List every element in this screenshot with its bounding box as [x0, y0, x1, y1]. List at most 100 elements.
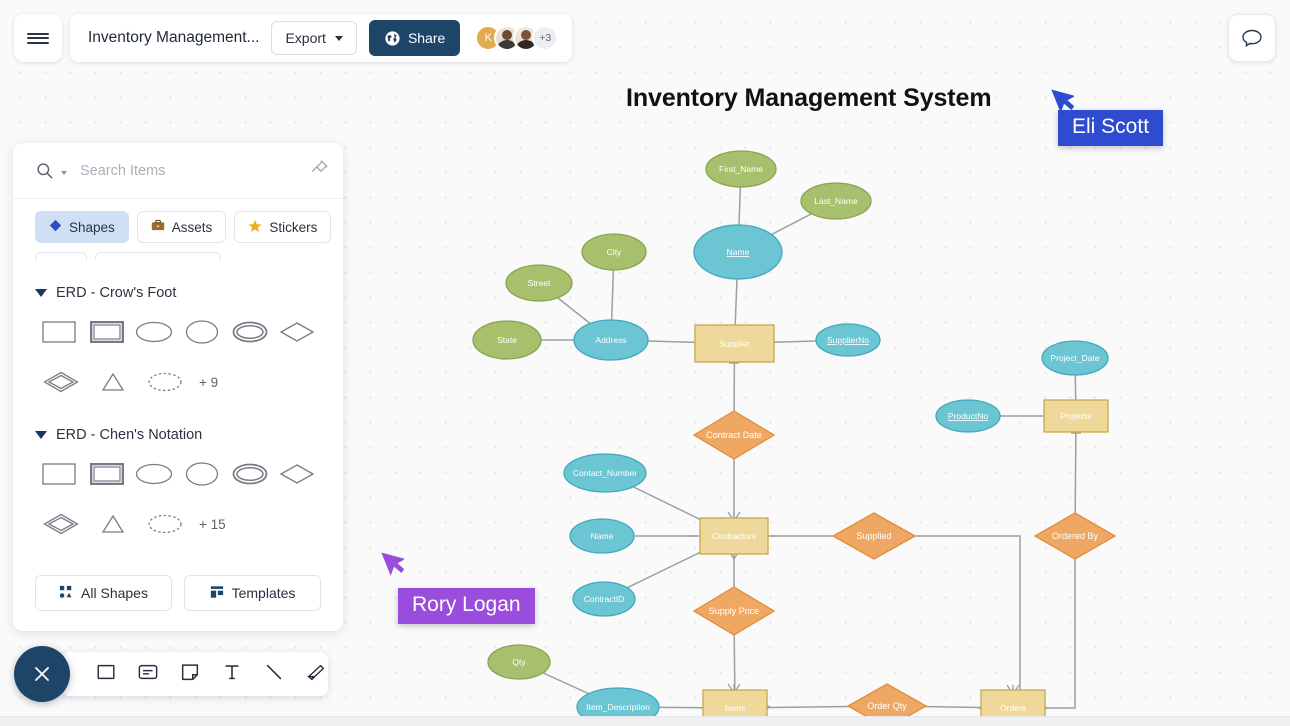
- collaborator-avatars[interactable]: K +3: [475, 25, 559, 51]
- erd-node-supplier[interactable]: Supplier: [694, 324, 775, 363]
- note-tool[interactable]: [178, 661, 202, 687]
- collaborator-cursor-arrow: [378, 551, 406, 586]
- erd-node-projects[interactable]: Projects: [1043, 399, 1109, 433]
- erd-node-supply_price[interactable]: Supply Price: [692, 586, 776, 636]
- pin-panel-button[interactable]: [310, 159, 329, 183]
- shape-row: + 9: [35, 365, 321, 399]
- shape-item-rectangle[interactable]: [35, 315, 83, 349]
- erd-node-name_supplier[interactable]: Name: [693, 224, 783, 280]
- tab-stickers[interactable]: Stickers: [234, 211, 332, 243]
- shape-item-ellipse-wide[interactable]: [130, 315, 178, 349]
- shape-item-triangle[interactable]: [87, 365, 139, 399]
- erd-edge[interactable]: [1045, 559, 1076, 709]
- shape-more-count[interactable]: + 15: [191, 517, 226, 532]
- erd-node-project_date[interactable]: Project_Date: [1041, 340, 1109, 376]
- templates-button[interactable]: Templates: [184, 575, 321, 611]
- erd-node-name_contractor[interactable]: Name: [569, 518, 635, 554]
- erd-node-contract_date[interactable]: Contract Date: [692, 410, 776, 460]
- shape-item-ellipse[interactable]: [178, 315, 226, 349]
- hamburger-menu-button[interactable]: [14, 14, 62, 62]
- erd-node-state[interactable]: State: [472, 320, 542, 360]
- shape-item-double-ellipse[interactable]: [226, 457, 274, 491]
- hamburger-icon: [27, 41, 49, 44]
- diagram-title-text[interactable]: Inventory Management System: [626, 84, 992, 113]
- erd-node-city[interactable]: City: [581, 233, 647, 271]
- erd-node-supplierno[interactable]: SupplierNo: [815, 323, 881, 357]
- pen-tool-icon: [305, 661, 327, 688]
- export-button[interactable]: Export: [271, 21, 357, 55]
- canvas-bottom-edge: [0, 716, 1290, 726]
- shape-row: + 15: [35, 507, 321, 541]
- search-filter-caret-icon[interactable]: [61, 171, 67, 175]
- export-label: Export: [285, 30, 326, 46]
- shape-group-header[interactable]: ERD - Chen's Notation: [35, 427, 321, 443]
- shape-item-dashed-ellipse[interactable]: [139, 365, 191, 399]
- close-toolbar-button[interactable]: [14, 646, 70, 702]
- tab-label: Assets: [171, 219, 213, 235]
- comment-button[interactable]: [1228, 14, 1276, 62]
- erd-node-first_name[interactable]: First_Name: [705, 150, 777, 188]
- shape-item-diamond[interactable]: [273, 457, 321, 491]
- erd-node-contact_number[interactable]: Contact_Number: [563, 453, 647, 493]
- shape-item-double-ellipse[interactable]: [226, 315, 274, 349]
- shape-tool[interactable]: [94, 661, 118, 687]
- shape-item-double-rectangle[interactable]: [83, 315, 131, 349]
- shape-group-header[interactable]: ERD - Crow's Foot: [35, 285, 321, 301]
- tab-label: Stickers: [269, 219, 318, 235]
- tab-label: Shapes: [69, 219, 115, 235]
- shape-item-rectangle[interactable]: [35, 457, 83, 491]
- panel-shape-groups[interactable]: ERD - Crow's Foot + 9 ERD - Chen's Notatio…: [13, 261, 343, 631]
- triangle-down-icon: [35, 431, 47, 439]
- panel-tabs: Shapes Assets Stickers: [13, 199, 343, 243]
- erd-node-label: Supplier: [719, 339, 750, 349]
- erd-node-ordered_by[interactable]: Ordered By: [1033, 512, 1117, 560]
- draw-tool[interactable]: [304, 661, 328, 687]
- shape-item-double-diamond[interactable]: [35, 507, 87, 541]
- text-tool[interactable]: [220, 661, 244, 687]
- shape-item-double-rectangle[interactable]: [83, 457, 131, 491]
- all-shapes-button[interactable]: All Shapes: [35, 575, 172, 611]
- app-root: First_Name Last_Name Name City Street State Ad…: [0, 0, 1290, 726]
- erd-edge[interactable]: [915, 535, 1021, 709]
- tab-assets[interactable]: Assets: [136, 211, 227, 243]
- pin-icon: [311, 159, 328, 172]
- shape-item-ellipse[interactable]: [178, 457, 226, 491]
- container-tool[interactable]: [136, 661, 160, 687]
- share-button[interactable]: Share: [368, 20, 461, 56]
- footer-button-label: Templates: [231, 585, 296, 601]
- erd-node-label: Address: [595, 335, 626, 345]
- shape-item-dashed-ellipse[interactable]: [139, 507, 191, 541]
- erd-node-address[interactable]: Address: [573, 319, 649, 361]
- erd-node-supplied[interactable]: Supplied: [831, 512, 917, 560]
- erd-node-qty[interactable]: Qty: [487, 644, 551, 680]
- erd-node-last_name[interactable]: Last_Name: [800, 182, 872, 220]
- erd-nodes: First_Name Last_Name Name City Street State Ad…: [472, 150, 1117, 726]
- erd-node-label: Projects: [1061, 411, 1092, 421]
- shape-item-triangle[interactable]: [87, 507, 139, 541]
- avatar-label: +3: [539, 32, 552, 44]
- shape-item-diamond[interactable]: [273, 315, 321, 349]
- share-label: Share: [407, 30, 446, 46]
- line-tool[interactable]: [262, 661, 286, 687]
- document-title[interactable]: Inventory Management...: [88, 29, 259, 47]
- erd-node-label: Supplied: [856, 531, 891, 541]
- erd-node-contractid[interactable]: ContractID: [572, 581, 636, 617]
- shape-item-ellipse-wide[interactable]: [130, 457, 178, 491]
- avatar[interactable]: +3: [532, 25, 559, 51]
- tab-shapes[interactable]: Shapes: [35, 211, 129, 243]
- erd-node-street[interactable]: Street: [505, 264, 573, 302]
- shape-item-double-diamond[interactable]: [35, 365, 87, 399]
- erd-node-label: Name: [727, 247, 750, 257]
- erd-node-productno[interactable]: ProductNo: [935, 399, 1001, 433]
- search-field-wrapper[interactable]: [35, 161, 310, 180]
- search-input[interactable]: [80, 162, 310, 179]
- erd-node-label: Qty: [512, 657, 526, 667]
- footer-button-label: All Shapes: [81, 585, 148, 601]
- erd-node-label: City: [607, 247, 622, 257]
- erd-node-label: Orders: [1000, 703, 1026, 713]
- shape-more-count[interactable]: + 9: [191, 375, 218, 390]
- erd-node-contractors[interactable]: Contractors: [699, 517, 769, 555]
- erd-node-label: State: [497, 335, 517, 345]
- briefcase-icon: [151, 219, 165, 235]
- template-icon: [210, 585, 224, 602]
